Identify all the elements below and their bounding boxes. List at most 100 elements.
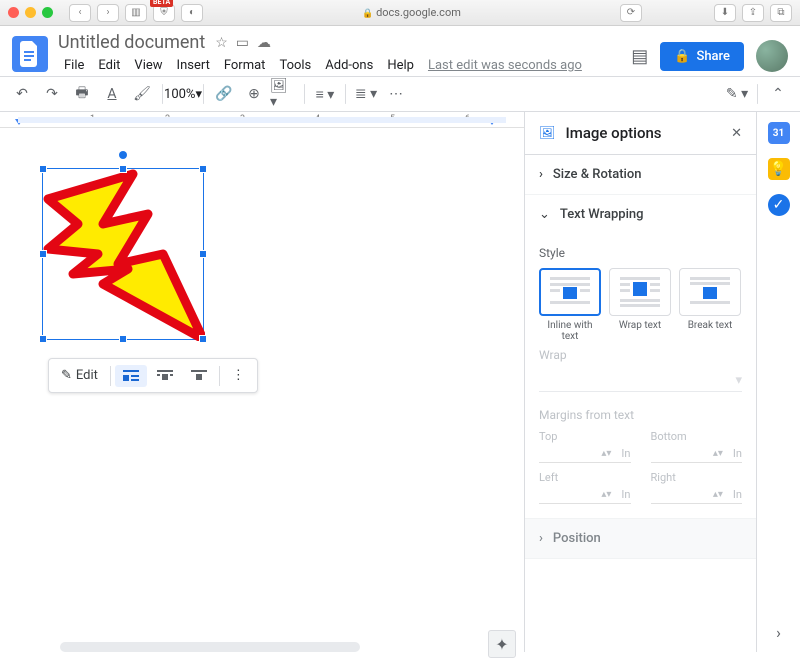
move-icon[interactable]: ▭ (236, 35, 249, 51)
spellcheck-button[interactable]: A (98, 80, 126, 108)
menu-tools[interactable]: Tools (273, 55, 317, 76)
document-title[interactable]: Untitled document (58, 32, 205, 53)
image-icon: 🖼 (539, 126, 556, 141)
resize-handle[interactable] (39, 250, 47, 258)
section-position[interactable]: › Position (525, 519, 756, 558)
document-canvas[interactable]: 1 2 3 4 5 6 (0, 112, 524, 652)
workspace: 1 2 3 4 5 6 (0, 112, 800, 652)
menu-view[interactable]: View (128, 55, 168, 76)
forward-button[interactable]: › (97, 4, 119, 22)
margin-bottom-field: Bottom ▴▾In (651, 430, 743, 463)
address-bar[interactable]: 🔒 docs.google.com (209, 6, 614, 19)
chevron-right-icon: › (539, 167, 543, 182)
wrap-text-button[interactable] (149, 365, 181, 387)
wrap-select: ▾ (539, 370, 742, 392)
horizontal-ruler[interactable]: 1 2 3 4 5 6 (0, 112, 524, 128)
edit-image-button[interactable]: ✎ Edit (53, 363, 106, 388)
resize-handle[interactable] (119, 165, 127, 173)
more-options-button[interactable]: ⋮ (224, 363, 253, 388)
docs-logo[interactable] (12, 36, 48, 72)
style-caption: Inline with text (539, 320, 601, 342)
tasks-app-icon[interactable]: ✓ (768, 194, 790, 216)
resize-handle[interactable] (199, 335, 207, 343)
share-button[interactable]: 🔒 Share (660, 42, 744, 71)
print-button[interactable]: 🖶 (68, 80, 96, 108)
window-controls (8, 7, 53, 18)
toolbar: ↶ ↷ 🖶 A 🖌 100% ▾ 🔗 ⊕ 🖼 ▾ ≡ ▾ ≣ ▾ ⋯ ✎ ▾ ⌃ (0, 76, 800, 112)
editing-mode-button[interactable]: ✎ ▾ (723, 80, 751, 108)
margin-top-field: Top ▴▾In (539, 430, 631, 463)
section-size-rotation[interactable]: › Size & Rotation (525, 155, 756, 194)
side-panel-rail: 31 💡 ✓ › (756, 112, 800, 652)
style-inline-option[interactable]: Inline with text (539, 268, 601, 342)
lock-icon: 🔒 (674, 49, 690, 64)
menu-edit[interactable]: Edit (92, 55, 126, 76)
tabs-icon[interactable]: ⧉ (770, 4, 792, 22)
contrast-icon[interactable]: ◐ (181, 4, 203, 22)
menu-bar: File Edit View Insert Format Tools Add-o… (58, 55, 621, 76)
redo-button[interactable]: ↷ (38, 80, 66, 108)
break-text-button[interactable] (183, 365, 215, 387)
page[interactable]: ✎ Edit ⋮ (0, 128, 524, 652)
close-window-icon[interactable] (8, 7, 19, 18)
star-icon[interactable]: ☆ (215, 35, 228, 51)
separator (110, 366, 111, 386)
menu-help[interactable]: Help (381, 55, 420, 76)
undo-button[interactable]: ↶ (8, 80, 36, 108)
more-tools-icon[interactable]: ⋯ (382, 80, 410, 108)
menu-file[interactable]: File (58, 55, 90, 76)
hide-sidepanel-button[interactable]: › (776, 623, 781, 642)
style-wrap-option[interactable]: Wrap text (609, 268, 671, 342)
section-text-wrapping[interactable]: ⌄ Text Wrapping (525, 195, 756, 234)
separator (203, 84, 204, 104)
shield-icon[interactable]: ⛨ (153, 4, 175, 22)
style-break-option[interactable]: Break text (679, 268, 741, 342)
sidebar-button[interactable]: ▥ (125, 4, 147, 22)
download-icon[interactable]: ⬇ (714, 4, 736, 22)
resize-handle[interactable] (39, 335, 47, 343)
resize-handle[interactable] (199, 250, 207, 258)
paint-format-button[interactable]: 🖌 (128, 80, 156, 108)
image-context-toolbar: ✎ Edit ⋮ (48, 358, 258, 393)
style-label: Style (539, 246, 742, 260)
separator (345, 84, 346, 104)
zoom-select[interactable]: 100% ▾ (169, 80, 197, 108)
pencil-icon: ✎ (61, 368, 72, 383)
last-edit-link[interactable]: Last edit was seconds ago (428, 58, 582, 73)
share-icon[interactable]: ⇪ (742, 4, 764, 22)
minimize-window-icon[interactable] (25, 7, 36, 18)
fullscreen-window-icon[interactable] (42, 7, 53, 18)
comment-button[interactable]: ⊕ (240, 80, 268, 108)
inline-wrap-button[interactable] (115, 365, 147, 387)
keep-app-icon[interactable]: 💡 (768, 158, 790, 180)
link-button[interactable]: 🔗 (210, 80, 238, 108)
menu-addons[interactable]: Add-ons (319, 55, 379, 76)
calendar-app-icon[interactable]: 31 (768, 122, 790, 144)
close-panel-button[interactable]: ✕ (731, 126, 742, 141)
resize-handle[interactable] (199, 165, 207, 173)
comments-icon[interactable]: ▤ (631, 46, 648, 67)
margins-label: Margins from text (539, 408, 742, 422)
lightning-bolt-image[interactable] (43, 169, 205, 341)
back-button[interactable]: ‹ (69, 4, 91, 22)
explore-button[interactable]: ✦ (488, 630, 516, 658)
cloud-icon[interactable]: ☁ (257, 35, 271, 51)
line-spacing-button[interactable]: ≣ ▾ (352, 80, 380, 108)
wrap-label: Wrap (539, 348, 742, 362)
margin-left-field: Left ▴▾In (539, 471, 631, 504)
account-avatar[interactable] (756, 40, 788, 72)
resize-handle[interactable] (119, 335, 127, 343)
menu-insert[interactable]: Insert (171, 55, 216, 76)
style-caption: Break text (679, 320, 741, 331)
horizontal-scrollbar[interactable] (60, 642, 360, 652)
image-button[interactable]: 🖼 ▾ (270, 80, 298, 108)
browser-chrome: ‹ › ▥ ⛨ ◐ 🔒 docs.google.com ⟳ ⬇ ⇪ ⧉ (0, 0, 800, 26)
align-button[interactable]: ≡ ▾ (311, 80, 339, 108)
resize-handle[interactable] (39, 165, 47, 173)
collapse-toolbar-button[interactable]: ⌃ (764, 80, 792, 108)
selected-image[interactable] (42, 168, 204, 340)
rotate-handle[interactable] (119, 151, 127, 159)
menu-format[interactable]: Format (218, 55, 272, 76)
separator (304, 84, 305, 104)
reload-button[interactable]: ⟳ (620, 4, 642, 22)
